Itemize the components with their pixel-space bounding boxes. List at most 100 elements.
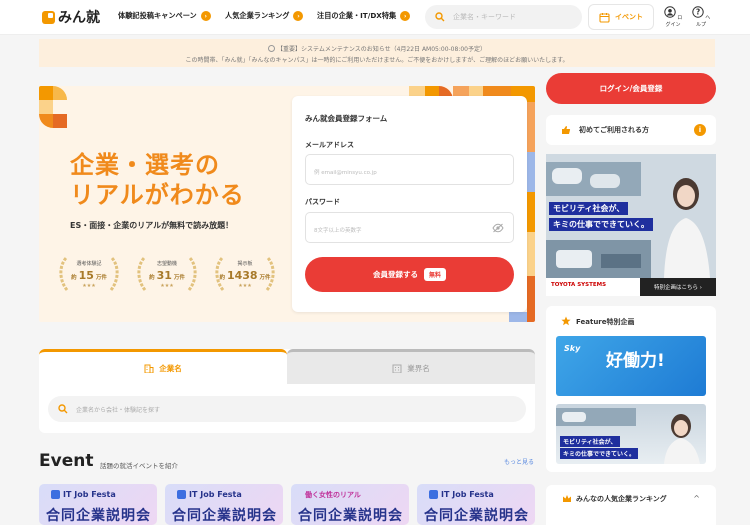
- badge-unit: 万件: [173, 275, 185, 281]
- logo-icon: [177, 490, 186, 499]
- register-label: 会員登録する: [372, 270, 418, 279]
- feature-banner1-text: 好働力!: [606, 351, 665, 371]
- event-button[interactable]: イベント: [588, 4, 654, 30]
- email-field[interactable]: 例 email@minsyu.co.jp: [305, 154, 514, 185]
- notice-title[interactable]: 【重要】システムメンテナンスのお知らせ（4月22日 AM05:00-08:00予…: [39, 44, 715, 55]
- login-register-button[interactable]: ログイン/会員登録: [546, 73, 716, 104]
- event-card-main: 合同企業説明会: [46, 508, 151, 524]
- badge-prefix: 約: [219, 275, 226, 281]
- tab-industry[interactable]: 業界名: [287, 349, 535, 384]
- stat-badge: 掲示板 約 1438 万件 ★★★: [215, 260, 275, 289]
- password-field[interactable]: 8文字以上の英数字: [305, 212, 514, 243]
- event-card-top: IT Job Festa: [63, 490, 116, 499]
- svg-text:?: ?: [696, 8, 700, 17]
- site-logo[interactable]: みん就: [42, 8, 100, 26]
- logo-text: みん就: [58, 10, 100, 26]
- help-icon: ?: [691, 6, 704, 19]
- nav-campaign[interactable]: 体験記投稿キャンペーン ›: [118, 11, 211, 21]
- password-label: パスワード: [305, 198, 340, 206]
- logo-mark-icon: [42, 10, 55, 24]
- badge-label: 選考体験記: [76, 261, 102, 267]
- hand-icon: [561, 125, 571, 135]
- badge-prefix: 約: [149, 275, 155, 281]
- badge-value: 約 15 万件: [59, 269, 119, 282]
- badge-unit: 万件: [95, 275, 107, 281]
- registration-form: みん就会員登録フォーム メールアドレス 例 email@minsyu.co.jp…: [292, 96, 527, 312]
- ad-special-link[interactable]: 特別企画はこちら ›: [640, 278, 716, 296]
- badge-number: 15: [78, 269, 94, 282]
- feature-banner2-line2: キミの仕事でできていく。: [560, 448, 639, 459]
- badge-label: 志望動機: [156, 261, 177, 267]
- first-time-link[interactable]: 初めてご利用される方 i: [546, 115, 716, 145]
- feature-banner2-line1: モビリティ社会が、: [560, 436, 620, 447]
- event-card[interactable]: IT Job Festa 合同企業説明会: [39, 484, 157, 525]
- event-more-link[interactable]: もっと見る: [504, 457, 534, 466]
- ad-line1: モビリティ社会が、: [549, 202, 629, 215]
- crown-icon: [562, 494, 572, 503]
- badge-unit: 万件: [259, 275, 271, 281]
- hero-title-line2: リアルがわかる: [70, 181, 245, 209]
- search-icon: [58, 404, 68, 414]
- nav-label: 体験記投稿キャンペーン: [118, 11, 197, 20]
- nav-label: 注目の企業・IT/DX特集: [317, 11, 397, 20]
- logo-icon: [429, 490, 438, 499]
- feature-banner-toyota[interactable]: モビリティ社会が、 キミの仕事でできていく。: [556, 404, 706, 464]
- feature-banner-sky[interactable]: Sky 好働力!: [556, 336, 706, 396]
- ranking-panel: みんなの人気企業ランキング ^: [546, 485, 716, 525]
- email-placeholder: 例 email@minsyu.co.jp: [314, 170, 377, 176]
- user-icon: [663, 6, 676, 19]
- tab-company-label: 企業名: [159, 363, 182, 373]
- info-icon: i: [694, 124, 706, 136]
- stat-badge: 選考体験記 約 15 万件 ★★★: [59, 260, 119, 289]
- register-button[interactable]: 会員登録する 無料: [305, 257, 514, 292]
- event-card[interactable]: IT Job Festa 合同企業説明会: [165, 484, 283, 525]
- event-card[interactable]: 働く女性のリアル 合同企業説明会: [291, 484, 409, 525]
- badge-number: 31: [156, 269, 172, 282]
- building-icon: [144, 363, 154, 373]
- feature-title: Feature特別企画: [576, 318, 635, 326]
- event-label: イベント: [615, 13, 643, 21]
- maintenance-notice: 【重要】システムメンテナンスのお知らせ（4月22日 AM05:00-08:00予…: [39, 39, 715, 67]
- toyota-systems-ad[interactable]: モビリティ社会が、 キミの仕事でできていく。 TOYOTA SYSTEMS 特別…: [546, 154, 716, 296]
- star-icon: [561, 316, 571, 326]
- nav-feature[interactable]: 注目の企業・IT/DX特集 ›: [317, 11, 411, 21]
- notice-line1: 【重要】システムメンテナンスのお知らせ（4月22日 AM05:00-08:00予…: [277, 46, 486, 53]
- ad-line2: キミの仕事でできていく。: [549, 218, 653, 231]
- help-icon-button[interactable]: ? ヘルプ: [690, 6, 712, 28]
- nav-label: 人気企業ランキング: [225, 11, 290, 20]
- company-search-input[interactable]: 企業名から会社・体験記を探す: [48, 396, 526, 422]
- event-card-top: IT Job Festa: [441, 490, 494, 499]
- building-icon: [392, 363, 402, 373]
- hero-title-line1: 企業・選考の: [70, 151, 220, 179]
- company-search-panel: 企業名 業界名 企業名から会社・体験記を探す: [39, 349, 535, 433]
- badge-stars: ★★★: [238, 283, 252, 289]
- nav-ranking[interactable]: 人気企業ランキング ›: [225, 11, 304, 21]
- event-card[interactable]: IT Job Festa 合同企業説明会: [417, 484, 535, 525]
- badge-stars: ★★★: [160, 283, 174, 289]
- chevron-right-icon: ›: [293, 11, 304, 21]
- stat-badge: 志望動機 約 31 万件 ★★★: [137, 260, 197, 289]
- info-icon: [268, 45, 275, 52]
- city-illustration: [546, 154, 716, 278]
- form-title: みん就会員登録フォーム: [305, 114, 388, 123]
- free-badge: 無料: [423, 268, 446, 281]
- hero-title: 企業・選考の リアルがわかる: [70, 150, 245, 210]
- badge-prefix: 約: [71, 275, 77, 281]
- chevron-up-icon[interactable]: ^: [693, 494, 700, 503]
- chevron-right-icon: ›: [400, 11, 411, 21]
- event-card-top: IT Job Festa: [189, 490, 242, 499]
- tab-industry-label: 業界名: [407, 363, 430, 373]
- first-time-label: 初めてご利用される方: [579, 126, 649, 134]
- eye-off-icon[interactable]: [492, 223, 504, 233]
- logo-icon: [51, 490, 60, 499]
- tab-company[interactable]: 企業名: [39, 349, 287, 384]
- email-label: メールアドレス: [305, 141, 354, 149]
- event-section-title: Event: [39, 451, 94, 471]
- hero-subtitle: ES・面接・企業のリアルが無料で読み放題！: [70, 221, 234, 230]
- notice-line2: この時間帯、「みん就」「みんなのキャンパス」は一時的にご利用いただけません。ご不…: [185, 57, 569, 64]
- badge-label: 掲示板: [237, 261, 253, 267]
- header-search-input[interactable]: 企業名・キーワード: [425, 5, 582, 29]
- ad-brand: TOYOTA SYSTEMS: [551, 282, 607, 288]
- login-icon-button[interactable]: ログイン: [662, 6, 684, 28]
- event-card-main: 合同企業説明会: [424, 508, 529, 524]
